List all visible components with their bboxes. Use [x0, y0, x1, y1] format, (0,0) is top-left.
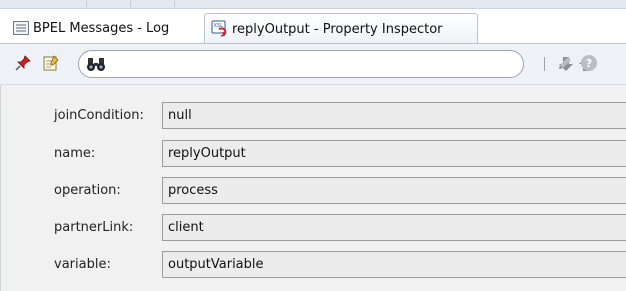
edit-note-icon	[42, 54, 60, 75]
property-row-join-condition: joinCondition:	[1, 102, 626, 130]
edit-button[interactable]	[554, 53, 576, 75]
help-button[interactable]: ?	[578, 53, 600, 75]
svg-text:?: ?	[586, 57, 592, 70]
operation-field[interactable]	[162, 177, 626, 204]
tab-bar: BPEL Messages - Log XSL replyOutput - Pr…	[0, 13, 626, 45]
tab-bpel-messages-log[interactable]: BPEL Messages - Log	[6, 13, 201, 43]
name-field[interactable]	[162, 140, 626, 167]
join-condition-field[interactable]	[162, 102, 626, 129]
property-label: operation:	[54, 183, 121, 198]
property-row-variable: variable:	[1, 251, 626, 279]
toolbar: ?	[0, 44, 626, 85]
top-strip-segment	[86, 0, 131, 7]
variable-field[interactable]	[162, 251, 626, 278]
properties-panel: joinCondition: name: operation: partnerL…	[0, 85, 626, 291]
tab-label: replyOutput - Property Inspector	[232, 21, 443, 37]
property-label: partnerLink:	[54, 220, 134, 235]
list-icon	[12, 19, 30, 37]
tab-label: BPEL Messages - Log	[33, 20, 170, 36]
property-row-name: name:	[1, 140, 626, 168]
pin-button[interactable]	[12, 53, 34, 75]
top-strip	[0, 0, 626, 9]
search-input[interactable]	[111, 54, 485, 74]
property-row-operation: operation:	[1, 177, 626, 205]
top-strip-segment	[130, 0, 175, 7]
toolbar-separator	[544, 57, 545, 71]
binoculars-icon[interactable]	[85, 54, 107, 74]
property-label: variable:	[54, 257, 111, 272]
pin-icon	[14, 54, 32, 75]
help-icon: ?	[580, 54, 598, 75]
property-label: name:	[54, 146, 96, 161]
partner-link-field[interactable]	[162, 214, 626, 241]
top-strip-segment	[0, 0, 87, 7]
pencil-icon	[556, 54, 574, 75]
edit-note-button[interactable]	[40, 53, 62, 75]
reply-activity-icon: XSL	[211, 20, 229, 38]
search-field	[78, 50, 593, 78]
property-label: joinCondition:	[54, 108, 144, 123]
tab-property-inspector[interactable]: XSL replyOutput - Property Inspector	[204, 13, 478, 44]
property-row-partner-link: partnerLink:	[1, 214, 626, 242]
